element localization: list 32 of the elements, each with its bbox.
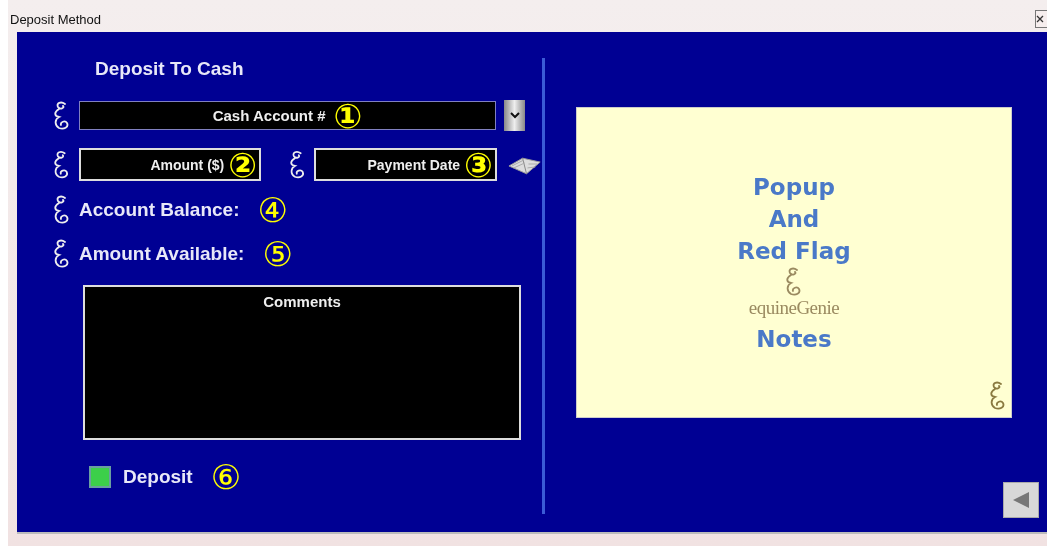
curl-icon	[989, 381, 1007, 411]
dropdown-button[interactable]	[504, 100, 525, 131]
callout-number: ②	[228, 149, 258, 180]
comments-box[interactable]: Comments	[83, 285, 521, 440]
callout-number: ③	[464, 149, 493, 180]
logo: equineGenie	[748, 297, 840, 319]
curl-icon	[53, 239, 71, 269]
curl-icon	[53, 100, 71, 131]
account-dropdown[interactable]: Cash Account # ①	[79, 101, 496, 130]
curl-icon	[288, 149, 307, 180]
window-title: Deposit Method	[10, 11, 102, 27]
curl-icon	[53, 195, 71, 225]
notes-title: And	[768, 205, 820, 234]
back-button[interactable]	[1003, 482, 1039, 518]
chevron-icon	[509, 112, 520, 119]
callout-number: ⑥	[210, 462, 242, 492]
notes-title: Notes	[756, 325, 832, 354]
notes-title: Popup	[753, 173, 835, 202]
section-heading: Deposit To Cash	[95, 58, 245, 80]
deposit-label: Deposit	[123, 466, 193, 488]
deposit-checkbox[interactable]	[89, 466, 111, 488]
curl-icon	[785, 267, 803, 297]
callout-number: ①	[333, 100, 363, 131]
callout-number: ⑤	[262, 239, 293, 269]
field-label: Amount Available:	[79, 243, 245, 265]
triangle-icon	[1011, 491, 1031, 509]
close-button[interactable]	[1035, 10, 1047, 28]
close-icon	[1036, 15, 1044, 23]
field-label: Account Balance:	[79, 199, 240, 221]
notes-title: Red Flag	[737, 237, 851, 266]
callout-number: ④	[257, 195, 288, 225]
curl-icon	[53, 149, 71, 180]
